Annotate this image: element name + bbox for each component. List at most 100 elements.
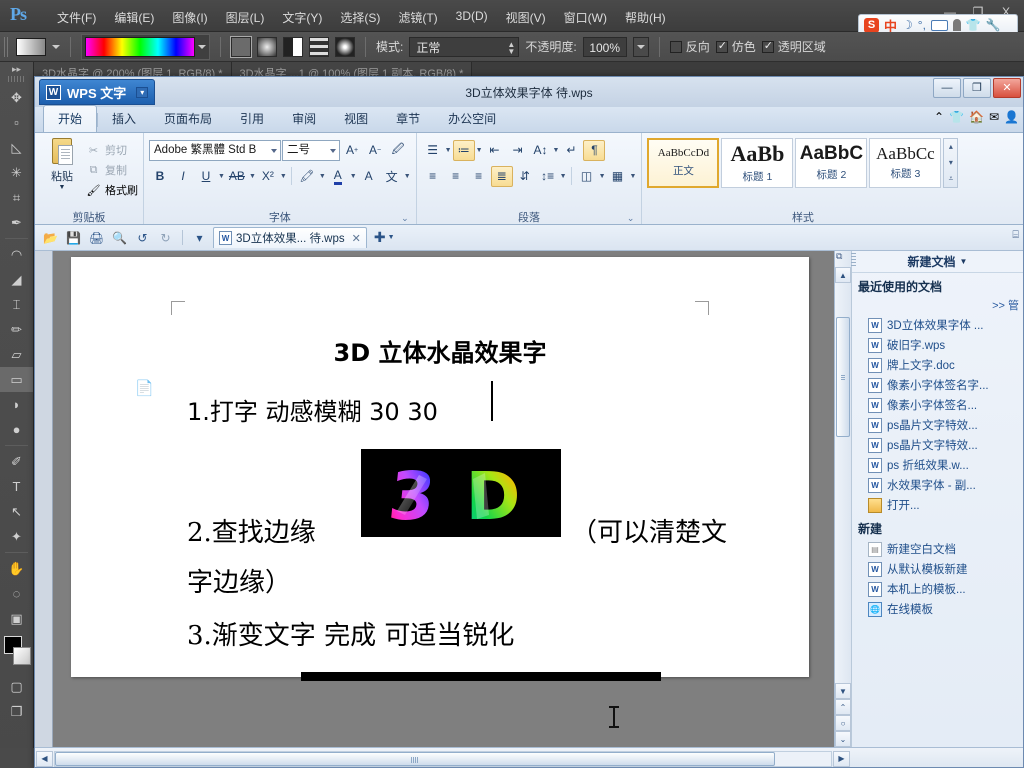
align-left-icon[interactable]: ≡ xyxy=(422,166,444,187)
scroll-up-icon[interactable]: ▴ xyxy=(944,139,957,155)
customize-qat-icon[interactable]: ▾ xyxy=(190,228,209,247)
chevron-down-icon[interactable]: ▼ xyxy=(248,173,256,180)
recent-file-6[interactable]: Wps晶片文字特效... xyxy=(852,415,1023,435)
scroll-up-button[interactable]: ▲ xyxy=(835,267,851,283)
horizontal-scroll-track[interactable] xyxy=(54,750,832,767)
path-selection-tool[interactable]: ↖ xyxy=(0,499,33,524)
dither-checkbox[interactable] xyxy=(715,39,728,53)
sort-icon[interactable]: A↕ xyxy=(530,140,552,161)
scroll-down-icon[interactable]: ▾ xyxy=(944,155,957,171)
font-name-combobox[interactable]: Adobe 繁黑體 Std B xyxy=(149,139,281,161)
edit-in-quick-mask-icon[interactable]: ▢ xyxy=(0,674,33,699)
scroll-left-button[interactable]: ◀ xyxy=(36,750,53,767)
tab-insert[interactable]: 插入 xyxy=(98,106,150,132)
font-size-combobox[interactable]: 二号 xyxy=(282,139,340,161)
hand-tool[interactable]: ✋ xyxy=(0,556,33,581)
opacity-value[interactable]: 100% xyxy=(582,36,627,57)
chevron-down-icon[interactable]: ▼ xyxy=(217,173,225,180)
embedded-3d-image[interactable]: 3 D xyxy=(361,449,561,537)
gradient-preset-chevron-icon[interactable] xyxy=(52,44,60,49)
tab-page-layout[interactable]: 页面布局 xyxy=(150,106,226,132)
character-border-icon[interactable]: A xyxy=(358,166,380,187)
gradient-preview-swatch[interactable] xyxy=(16,37,46,56)
crop-tool[interactable]: ⌗ xyxy=(0,185,33,210)
chevron-down-icon[interactable] xyxy=(198,44,206,49)
magic-wand-tool[interactable]: ✳ xyxy=(0,160,33,185)
show-marks-icon[interactable]: ¶ xyxy=(583,139,606,161)
person-icon[interactable] xyxy=(952,19,961,31)
superscript-icon[interactable]: X² xyxy=(257,166,279,187)
ps-menu-3d[interactable]: 3D(D) xyxy=(447,7,497,28)
ps-menu-filter[interactable]: 滤镜(T) xyxy=(389,7,446,28)
zoom-tool[interactable]: ◌ xyxy=(0,581,33,606)
home-icon[interactable]: 🏠 xyxy=(969,110,984,124)
chevron-down-icon[interactable]: ▼ xyxy=(279,173,287,180)
ps-menu-layer[interactable]: 图层(L) xyxy=(217,7,274,28)
pen-tool[interactable]: ✐ xyxy=(0,449,33,474)
paste-button[interactable]: 粘贴 ▼ xyxy=(40,138,84,191)
format-painter-button[interactable]: 🖌 格式刷 xyxy=(84,180,138,200)
collapse-toolbox-icon[interactable]: ▸▸ xyxy=(0,62,33,76)
shape-tool[interactable]: ✦ xyxy=(0,524,33,549)
wps-close-button[interactable]: ✕ xyxy=(993,78,1021,98)
recent-file-8[interactable]: Wps 折纸效果.w... xyxy=(852,455,1023,475)
clone-stamp-tool[interactable]: ⌶ xyxy=(0,292,33,317)
shirt-icon[interactable]: 👕 xyxy=(966,18,981,32)
task-pane-grip[interactable] xyxy=(851,253,856,267)
gradient-picker[interactable] xyxy=(81,33,210,60)
eraser-tool[interactable]: ▱ xyxy=(0,342,33,367)
healing-brush-tool[interactable]: ◠ xyxy=(0,242,33,267)
increase-indent-icon[interactable]: ⇥ xyxy=(507,140,529,161)
vertical-scroll-thumb[interactable] xyxy=(836,317,850,437)
radial-gradient-button[interactable] xyxy=(257,36,277,57)
blend-mode-select[interactable]: 正常 ▲ ▼ xyxy=(409,36,520,57)
gradient-tool[interactable]: ▭ xyxy=(0,367,33,392)
scroll-right-button[interactable]: ▶ xyxy=(833,750,850,767)
marquee-tool[interactable]: ▫ xyxy=(0,110,33,135)
chevron-down-icon[interactable]: ▼ xyxy=(349,173,357,180)
chevron-down-icon[interactable]: ▼ xyxy=(318,173,326,180)
chevron-down-icon[interactable]: ▼ xyxy=(475,147,483,154)
mail-icon[interactable]: ✉ xyxy=(989,110,999,124)
new-tab-button[interactable]: ✚ ▼ xyxy=(371,229,398,246)
copy-button[interactable]: ⧉ 复制 xyxy=(84,160,138,180)
transparency-checkbox[interactable] xyxy=(761,39,774,53)
tab-view[interactable]: 视图 xyxy=(330,106,382,132)
pinyin-guide-icon[interactable]: 文 xyxy=(381,166,403,187)
chevron-down-icon[interactable]: ▼ xyxy=(552,147,560,154)
print-icon[interactable]: 🖨 xyxy=(87,228,106,247)
select-browse-object-button[interactable]: ○ xyxy=(835,715,851,731)
recent-file-2[interactable]: W 破旧字.wps xyxy=(852,335,1023,355)
tab-references[interactable]: 引用 xyxy=(226,106,278,132)
tab-start[interactable]: 开始 xyxy=(43,105,98,132)
shirt-icon[interactable]: 👕 xyxy=(949,110,964,124)
strikethrough-icon[interactable]: AB xyxy=(226,166,248,187)
split-window-icon[interactable]: ⧉ xyxy=(836,251,842,262)
recent-file-3[interactable]: W 牌上文字.doc xyxy=(852,355,1023,375)
open-icon[interactable]: 📂 xyxy=(41,228,60,247)
scroll-down-button[interactable]: ▼ xyxy=(835,683,851,699)
recent-file-7[interactable]: Wps晶片文字特效... xyxy=(852,435,1023,455)
type-tool[interactable]: T xyxy=(0,474,33,499)
history-brush-tool[interactable]: ✏ xyxy=(0,317,33,342)
numbering-icon[interactable]: ≔ xyxy=(452,139,475,161)
underline-icon[interactable]: U xyxy=(195,166,217,187)
highlight-icon[interactable]: 🖍 xyxy=(296,166,318,187)
tab-review[interactable]: 审阅 xyxy=(278,106,330,132)
align-center-icon[interactable]: ≡ xyxy=(445,166,467,187)
color-swatches[interactable] xyxy=(0,634,33,674)
user-icon[interactable]: 👤 xyxy=(1004,110,1019,124)
ps-menu-view[interactable]: 视图(V) xyxy=(497,7,555,28)
undo-icon[interactable]: ↺ xyxy=(133,228,152,247)
ps-menu-image[interactable]: 图像(I) xyxy=(163,7,216,28)
screen-mode-icon[interactable]: ❐ xyxy=(0,699,33,724)
font-color-icon[interactable]: A xyxy=(327,166,349,187)
more-styles-icon[interactable]: ⩡ xyxy=(944,171,957,187)
ps-menu-type[interactable]: 文字(Y) xyxy=(273,7,331,28)
horizontal-scroll-thumb[interactable] xyxy=(55,751,775,766)
ps-menu-file[interactable]: 文件(F) xyxy=(48,7,105,28)
brush-tool[interactable]: ◢ xyxy=(0,267,33,292)
recent-file-9[interactable]: W 水效果字体 - 副... xyxy=(852,475,1023,495)
online-templates[interactable]: 🌐 在线模板 xyxy=(852,599,1023,619)
tab-office-space[interactable]: 办公空间 xyxy=(434,106,510,132)
